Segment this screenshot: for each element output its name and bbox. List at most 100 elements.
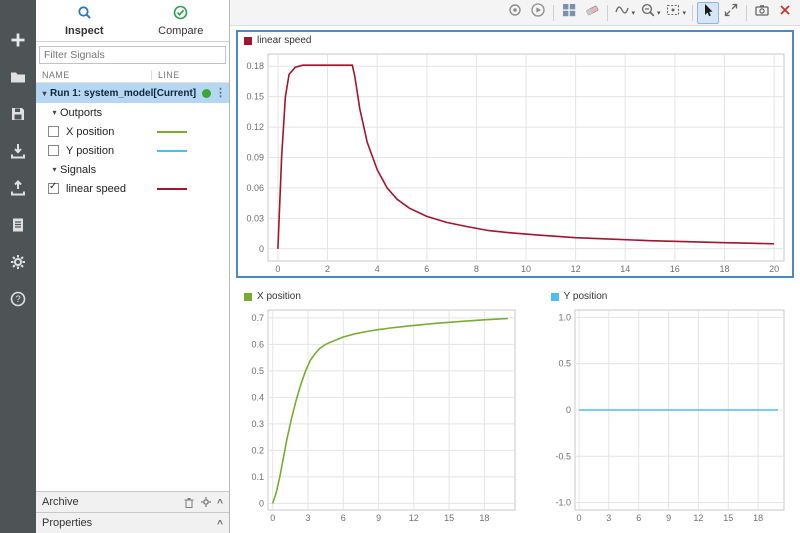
record-icon (507, 2, 523, 23)
legend-label: Y position (564, 291, 608, 302)
legend-swatch (244, 293, 252, 301)
play-button[interactable] (527, 2, 549, 24)
chart-legend: linear speed (238, 32, 792, 49)
svg-text:0: 0 (576, 513, 581, 523)
archive-bar[interactable]: Archive ^ (36, 491, 229, 512)
chart-legend: Y position (545, 288, 792, 305)
signal-wave-icon (614, 2, 630, 23)
group-expander-icon[interactable]: ▾ (49, 108, 60, 117)
chevron-down-icon: ▾ (631, 9, 635, 17)
signal-checkbox[interactable] (48, 126, 59, 137)
plot-canvas-x-position[interactable]: 036912151800.10.20.30.40.50.60.7 (238, 305, 523, 525)
svg-text:10: 10 (521, 264, 531, 274)
signal-row-y-position[interactable]: Y position (36, 141, 229, 160)
signal-checkbox[interactable] (48, 145, 59, 156)
trash-icon[interactable] (183, 496, 195, 509)
run-row[interactable]: ▾ Run 1: system_model[Current] ⋮ (36, 83, 229, 103)
group-label: Signals (60, 164, 96, 176)
export-icon (9, 179, 27, 202)
clear-plots-button[interactable] (581, 2, 603, 24)
properties-label: Properties (42, 517, 212, 529)
filter-signals-input[interactable] (39, 46, 226, 64)
signal-name: Y position (66, 145, 151, 157)
zoom-out-button[interactable]: ▾ (638, 2, 663, 24)
signal-line-swatch[interactable] (157, 188, 187, 190)
create-report-button[interactable] (4, 213, 32, 241)
snapshot-button[interactable] (751, 2, 773, 24)
tab-inspect-label: Inspect (65, 25, 104, 37)
camera-icon (754, 2, 770, 23)
legend-swatch (551, 293, 559, 301)
plot-canvas-linear-speed[interactable]: 0246810121416182000.030.060.090.120.150.… (238, 49, 792, 276)
table-header: NAME LINE (36, 67, 229, 83)
help-icon: ? (9, 290, 27, 313)
svg-text:0: 0 (275, 264, 280, 274)
zoom-out-magnifier-icon (640, 2, 656, 23)
group-row-outports[interactable]: ▾ Outports (36, 103, 229, 122)
properties-bar[interactable]: Properties ^ (36, 512, 229, 533)
folder-icon (9, 68, 27, 91)
import-button[interactable] (4, 139, 32, 167)
svg-text:4: 4 (375, 264, 380, 274)
svg-text:0: 0 (270, 513, 275, 523)
subplot-layout-button[interactable] (558, 2, 580, 24)
close-icon (777, 2, 793, 23)
column-header-line: LINE (151, 70, 229, 80)
report-document-icon (9, 216, 27, 239)
export-button[interactable] (4, 176, 32, 204)
svg-text:6: 6 (424, 264, 429, 274)
svg-text:0.2: 0.2 (251, 445, 264, 455)
svg-text:15: 15 (444, 513, 454, 523)
run-menu-icon[interactable]: ⋮ (215, 88, 226, 99)
signal-line-swatch[interactable] (157, 150, 187, 152)
signal-row-x-position[interactable]: X position (36, 122, 229, 141)
svg-text:0.5: 0.5 (251, 366, 264, 376)
tab-inspect[interactable]: Inspect (36, 0, 133, 41)
chart-legend: X position (238, 288, 523, 305)
archive-collapse-chevron-icon[interactable]: ^ (217, 499, 223, 509)
pointer-cursor-icon (700, 2, 716, 23)
plot-canvas-y-position[interactable]: 0369121518-1.0-0.500.51.0 (545, 305, 792, 525)
add-icon (9, 31, 27, 54)
compare-check-icon (173, 5, 188, 23)
preferences-button[interactable] (4, 250, 32, 278)
chart-linear-speed[interactable]: linear speed 0246810121416182000.030.060… (236, 30, 794, 278)
panel-empty-space (36, 198, 229, 491)
toolbar-separator (607, 5, 608, 21)
close-button[interactable] (774, 2, 796, 24)
svg-text:6: 6 (636, 513, 641, 523)
data-inspector-app: ? Inspect Compare NAME LINE ▾ Run 1: sys… (0, 0, 800, 533)
tab-compare[interactable]: Compare (133, 0, 230, 41)
properties-collapse-chevron-icon[interactable]: ^ (217, 520, 223, 530)
svg-text:0.6: 0.6 (251, 339, 264, 349)
group-expander-icon[interactable]: ▾ (49, 165, 60, 174)
fit-to-view-button[interactable]: ▾ (663, 2, 688, 24)
svg-text:18: 18 (753, 513, 763, 523)
add-button[interactable] (4, 28, 32, 56)
eraser-icon (584, 2, 600, 23)
save-button[interactable] (4, 102, 32, 130)
group-row-signals[interactable]: ▾ Signals (36, 160, 229, 179)
pointer-tool-button[interactable] (697, 2, 719, 24)
signal-line-cell (151, 131, 229, 133)
run-expander-icon[interactable]: ▾ (39, 89, 50, 98)
svg-text:16: 16 (670, 264, 680, 274)
chart-x-position[interactable]: X position 036912151800.10.20.30.40.50.6… (236, 286, 525, 527)
archive-settings-gear-icon[interactable] (200, 496, 212, 508)
group-label: Outports (60, 107, 102, 119)
signal-line-swatch[interactable] (157, 131, 187, 133)
svg-text:0.4: 0.4 (251, 392, 264, 402)
svg-text:12: 12 (571, 264, 581, 274)
signal-checkbox[interactable] (48, 183, 59, 194)
help-button[interactable]: ? (4, 287, 32, 315)
chevron-down-icon: ▾ (657, 9, 661, 17)
maximize-button[interactable] (720, 2, 742, 24)
svg-text:12: 12 (693, 513, 703, 523)
signal-style-button[interactable]: ▾ (612, 2, 637, 24)
gear-icon (9, 253, 27, 276)
record-button[interactable] (504, 2, 526, 24)
open-button[interactable] (4, 65, 32, 93)
signal-row-linear-speed[interactable]: linear speed (36, 179, 229, 198)
svg-text:3: 3 (606, 513, 611, 523)
chart-y-position[interactable]: Y position 0369121518-1.0-0.500.51.0 (543, 286, 794, 527)
